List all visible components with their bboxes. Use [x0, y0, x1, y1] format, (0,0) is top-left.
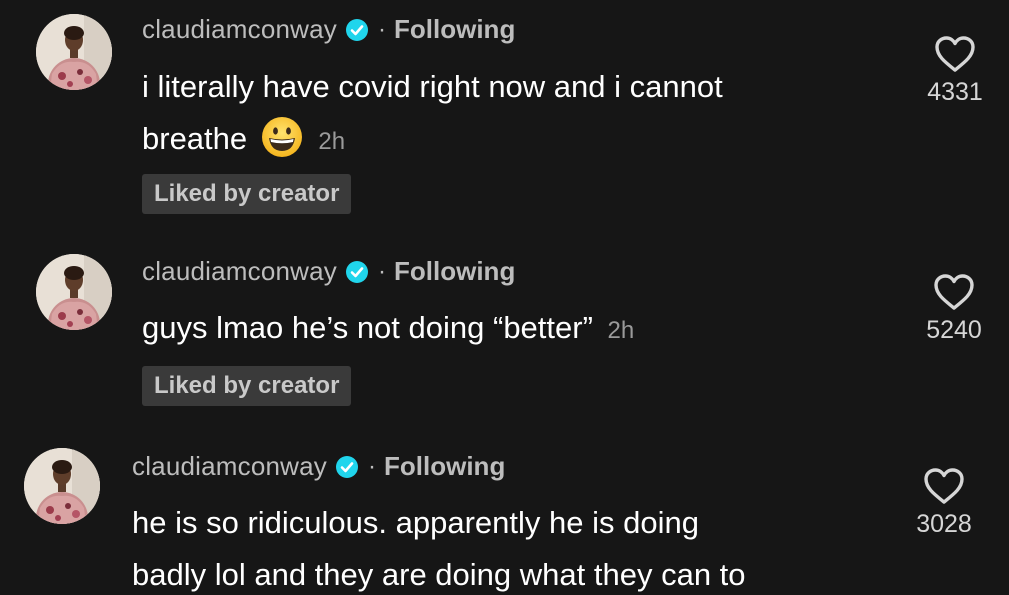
- separator-dot: ·: [378, 257, 387, 285]
- like-column: 5240: [914, 272, 994, 345]
- comment-timestamp: 2h: [318, 128, 346, 155]
- avatar[interactable]: [36, 254, 112, 330]
- avatar-image: [24, 448, 100, 524]
- verified-badge-icon: [345, 18, 369, 42]
- separator-dot: ·: [378, 15, 387, 43]
- comment-header: claudiamconway · Following: [142, 14, 515, 45]
- comment-text: i literally have covid right now and i c…: [142, 61, 723, 168]
- like-count: 4331: [927, 78, 983, 106]
- like-column: 3028: [904, 466, 984, 539]
- comment-text-line: badly lol and they are doing what they c…: [132, 557, 746, 592]
- following-label[interactable]: Following: [384, 451, 505, 482]
- comment-text-fragment: guys lmao he’s not doing “better”: [142, 310, 593, 345]
- grinning-face-emoji-icon: [260, 115, 304, 159]
- liked-by-creator-badge: Liked by creator: [142, 174, 352, 214]
- heart-outline-icon[interactable]: [922, 466, 966, 506]
- username-link[interactable]: claudiamconway: [142, 256, 337, 287]
- avatar[interactable]: [24, 448, 100, 524]
- heart-outline-icon[interactable]: [932, 272, 976, 312]
- username-link[interactable]: claudiamconway: [142, 14, 337, 45]
- avatar-image: [36, 14, 112, 90]
- heart-outline-icon[interactable]: [933, 34, 977, 74]
- separator-dot: ·: [368, 452, 377, 480]
- following-label[interactable]: Following: [394, 14, 515, 45]
- verified-badge-icon: [335, 455, 359, 479]
- avatar[interactable]: [36, 14, 112, 90]
- comment-text: he is so ridiculous. apparently he is do…: [132, 497, 746, 595]
- username-link[interactable]: claudiamconway: [132, 451, 327, 482]
- comment-timestamp: 2h: [607, 317, 635, 344]
- verified-badge-icon: [345, 260, 369, 284]
- comment-header: claudiamconway · Following: [142, 256, 515, 287]
- like-count: 3028: [916, 510, 972, 538]
- following-label[interactable]: Following: [394, 256, 515, 287]
- comment-text: guys lmao he’s not doing “better” 2h: [142, 302, 634, 357]
- comment-text-line: breathe 2h: [142, 113, 723, 168]
- liked-by-creator-badge: Liked by creator: [142, 366, 352, 406]
- like-count: 5240: [926, 316, 982, 344]
- comment-text-fragment: breathe: [142, 121, 248, 156]
- avatar-image: [36, 254, 112, 330]
- comment-text-line: he is so ridiculous. apparently he is do…: [132, 505, 699, 540]
- like-column: 4331: [915, 34, 995, 107]
- comment-text-line: i literally have covid right now and i c…: [142, 69, 723, 104]
- comment-text-line: guys lmao he’s not doing “better” 2h: [142, 302, 634, 357]
- comment-header: claudiamconway · Following: [132, 451, 505, 482]
